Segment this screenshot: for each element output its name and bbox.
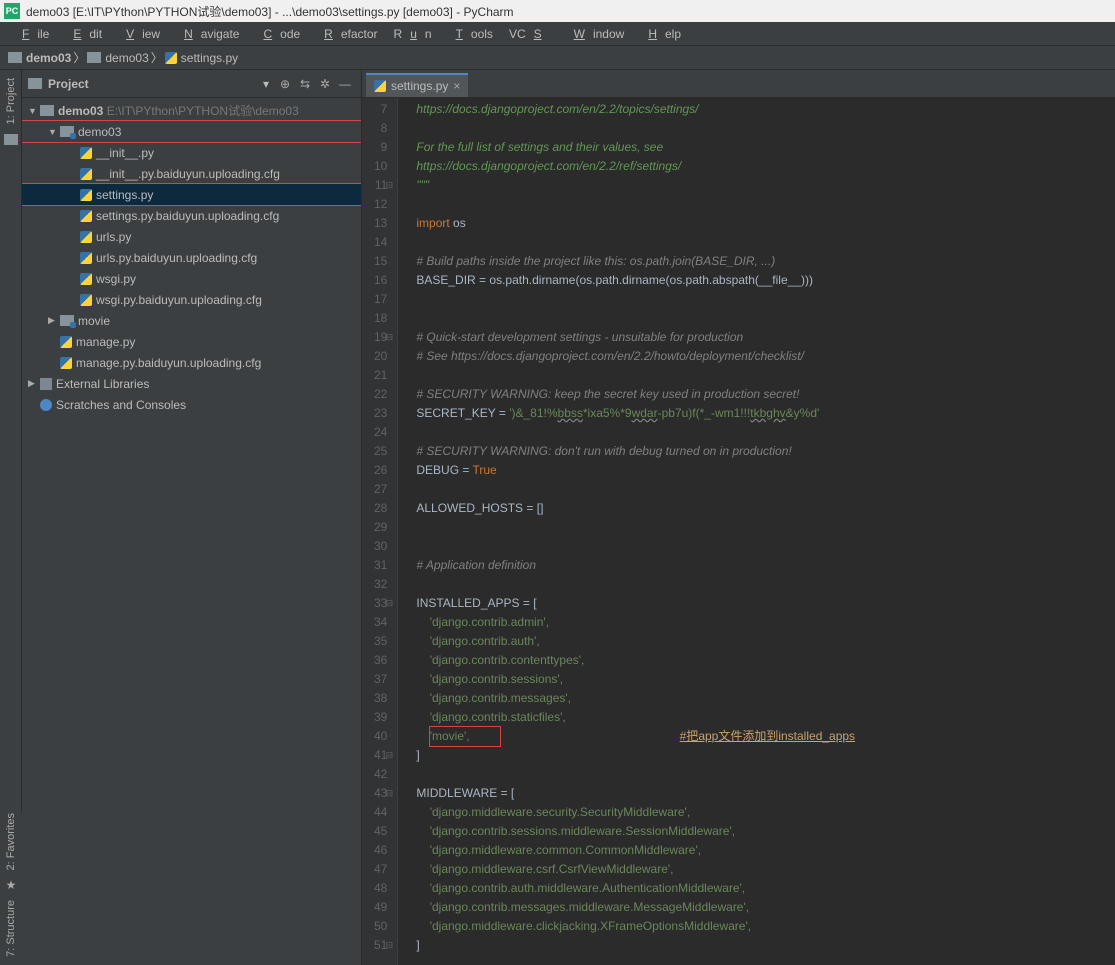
pycharm-icon: PC: [4, 3, 20, 19]
python-file-icon: [80, 252, 92, 264]
folder-icon[interactable]: [4, 134, 18, 145]
tool-project-button[interactable]: 1: Project: [5, 74, 17, 128]
crumb-file[interactable]: settings.py: [163, 51, 240, 65]
gear-icon[interactable]: ✲: [315, 77, 335, 91]
folder-icon: [87, 52, 101, 63]
python-file-icon: [80, 294, 92, 306]
titlebar: PC demo03 [E:\IT\PYthon\PYTHON试验\demo03]…: [0, 0, 1115, 22]
tree-manage[interactable]: manage.py: [22, 331, 361, 352]
python-file-icon: [80, 273, 92, 285]
breadcrumb: demo03 〉 demo03 〉 settings.py: [0, 46, 1115, 70]
menu-vcs[interactable]: VCS: [501, 25, 558, 43]
tree-movie[interactable]: ▶movie: [22, 310, 361, 331]
python-file-icon: [80, 231, 92, 243]
star-icon: ★: [6, 878, 17, 892]
python-file-icon: [80, 189, 92, 201]
python-package-icon: [60, 315, 74, 326]
menu-navigate[interactable]: Navigate: [168, 25, 247, 43]
tree-urls-cfg[interactable]: urls.py.baiduyun.uploading.cfg: [22, 247, 361, 268]
tree-wsgi-cfg[interactable]: wsgi.py.baiduyun.uploading.cfg: [22, 289, 361, 310]
tab-label: settings.py: [391, 79, 448, 93]
menu-help[interactable]: Help: [632, 25, 689, 43]
tree-root[interactable]: ▼demo03 E:\IT\PYthon\PYTHON试验\demo03: [22, 100, 361, 121]
project-panel-title: Project: [48, 77, 263, 91]
menu-view[interactable]: View: [110, 25, 168, 43]
python-package-icon: [60, 126, 74, 137]
chevron-down-icon[interactable]: ▾: [263, 77, 269, 91]
menu-file[interactable]: File: [6, 25, 57, 43]
tree-wsgi[interactable]: wsgi.py: [22, 268, 361, 289]
source[interactable]: https://docs.djangoproject.com/en/2.2/to…: [398, 98, 1115, 965]
menu-refactor[interactable]: Refactor: [308, 25, 385, 43]
code-editor[interactable]: 7891011121314151617181920212223242526272…: [362, 98, 1115, 965]
tree-settings[interactable]: settings.py: [22, 184, 361, 205]
menu-edit[interactable]: Edit: [57, 25, 110, 43]
python-file-icon: [80, 210, 92, 222]
window-title: demo03 [E:\IT\PYthon\PYTHON试验\demo03] - …: [26, 3, 514, 20]
editor-tabs: settings.py ×: [362, 70, 1115, 98]
python-file-icon: [80, 168, 92, 180]
menu-tools[interactable]: Tools: [440, 25, 501, 43]
tree-init[interactable]: __init__.py: [22, 142, 361, 163]
project-panel: Project ▾ ⊕ ⇆ ✲ — ▼demo03 E:\IT\PYthon\P…: [22, 70, 362, 965]
project-panel-header: Project ▾ ⊕ ⇆ ✲ —: [22, 70, 361, 98]
tree-scratches[interactable]: Scratches and Consoles: [22, 394, 361, 415]
close-icon[interactable]: ×: [453, 79, 460, 93]
scratch-icon: [40, 399, 52, 411]
python-file-icon: [165, 52, 177, 64]
gutter: 7891011121314151617181920212223242526272…: [362, 98, 398, 965]
tree-init-cfg[interactable]: __init__.py.baiduyun.uploading.cfg: [22, 163, 361, 184]
python-file-icon: [80, 147, 92, 159]
tree-ext-lib[interactable]: ▶External Libraries: [22, 373, 361, 394]
folder-icon: [28, 78, 42, 89]
tool-structure-button[interactable]: 7: Structure: [5, 900, 17, 957]
collapse-icon[interactable]: ⇆: [295, 77, 315, 91]
python-file-icon: [374, 80, 386, 92]
tab-settings[interactable]: settings.py ×: [366, 73, 468, 97]
library-icon: [40, 378, 52, 390]
python-file-icon: [60, 357, 72, 369]
crumb-root[interactable]: demo03: [6, 51, 73, 65]
main-area: 1: Project Project ▾ ⊕ ⇆ ✲ — ▼demo03 E:\…: [0, 70, 1115, 965]
project-tree: ▼demo03 E:\IT\PYthon\PYTHON试验\demo03 ▼de…: [22, 98, 361, 965]
editor-area: settings.py × 78910111213141516171819202…: [362, 70, 1115, 965]
bottom-tool-strip: 2: Favorites ★ 7: Structure: [0, 813, 22, 965]
locate-icon[interactable]: ⊕: [275, 77, 295, 91]
hide-icon[interactable]: —: [335, 77, 355, 91]
tool-favorites-button[interactable]: 2: Favorites: [5, 813, 17, 870]
menu-run[interactable]: Run: [386, 25, 440, 43]
menubar: File Edit View Navigate Code Refactor Ru…: [0, 22, 1115, 46]
crumb-package[interactable]: demo03: [85, 51, 150, 65]
tree-urls[interactable]: urls.py: [22, 226, 361, 247]
python-file-icon: [60, 336, 72, 348]
folder-icon: [40, 105, 54, 116]
tree-demo03-pkg[interactable]: ▼demo03: [22, 121, 361, 142]
menu-window[interactable]: Window: [558, 25, 633, 43]
tree-manage-cfg[interactable]: manage.py.baiduyun.uploading.cfg: [22, 352, 361, 373]
tree-settings-cfg[interactable]: settings.py.baiduyun.uploading.cfg: [22, 205, 361, 226]
folder-icon: [8, 52, 22, 63]
menu-code[interactable]: Code: [247, 25, 308, 43]
